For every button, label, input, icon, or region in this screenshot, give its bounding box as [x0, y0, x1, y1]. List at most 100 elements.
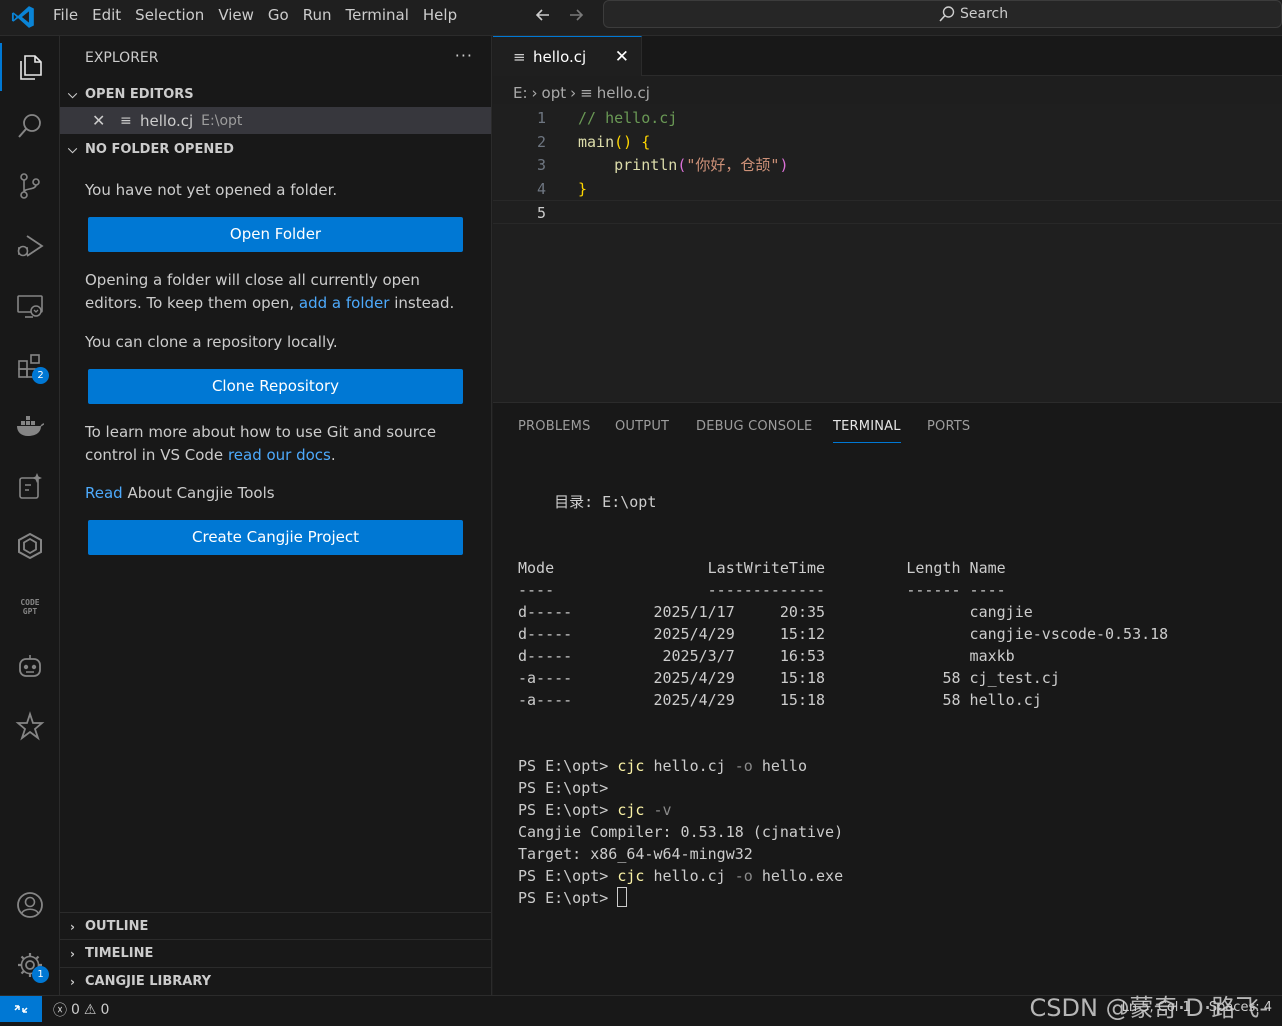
breadcrumb: E: › opt › ≡ hello.cj	[513, 84, 650, 102]
code-token: println	[614, 156, 678, 174]
editor-tab-bar: ≡ hello.cj ✕	[493, 36, 1282, 76]
back-arrow-icon[interactable]	[533, 5, 553, 25]
breadcrumb-folder[interactable]: opt	[542, 84, 567, 102]
terminal-arg: hello.cj	[644, 867, 735, 885]
tab-output[interactable]: OUTPUT	[615, 419, 669, 434]
code-text: // hello.cj	[578, 106, 677, 130]
tab-terminal[interactable]: TERMINAL	[833, 419, 901, 443]
terminal-prompt: PS E:\opt>	[518, 889, 618, 907]
vscode-logo-icon	[11, 6, 34, 28]
extensions-icon[interactable]: 2	[0, 342, 60, 390]
clone-repository-button[interactable]: Clone Repository	[88, 369, 463, 404]
terminal-arg: -o	[734, 757, 753, 775]
terminal-command-line: PS E:\opt> cjc -v	[518, 799, 672, 821]
tab-ports[interactable]: PORTS	[927, 419, 970, 434]
add-folder-link[interactable]: add a folder	[299, 294, 390, 312]
terminal-command-line: Target: x86_64-w64-mingw32	[518, 845, 753, 863]
read-link[interactable]: Read	[85, 484, 123, 502]
no-folder-header[interactable]: ⌵ NO FOLDER OPENED	[60, 136, 491, 162]
title-bar: File Edit Selection View Go Run Terminal Help S…	[0, 0, 1282, 36]
menu-help[interactable]: Help	[416, 0, 464, 30]
open-editors-header[interactable]: ⌵ OPEN EDITORS	[60, 81, 491, 107]
open-editor-filename: hello.cj	[140, 111, 194, 130]
code-line[interactable]: 2 main() {	[493, 130, 1282, 154]
ai-assistant-icon[interactable]	[0, 462, 60, 510]
menu-selection[interactable]: Selection	[128, 0, 211, 30]
bottom-panel: PROBLEMS OUTPUT DEBUG CONSOLE TERMINAL P…	[493, 402, 1282, 995]
clone-message: You can clone a repository locally.	[85, 333, 338, 351]
search-icon	[939, 6, 955, 22]
no-folder-message: You have not yet opened a folder.	[85, 181, 338, 199]
error-icon: ⓧ	[53, 1003, 67, 1019]
terminal-command-line: PS E:\opt> cjc hello.cj -o hello.exe	[518, 865, 843, 887]
breadcrumb-file[interactable]: hello.cj	[597, 84, 650, 102]
breadcrumb-drive[interactable]: E:	[513, 84, 528, 102]
read-docs-link[interactable]: read our docs	[228, 446, 331, 464]
code-line[interactable]: 3 println("你好，仓颉")	[493, 153, 1282, 177]
open-folder-note: Opening a folder will close all currentl…	[85, 271, 455, 312]
code-text: }	[578, 177, 587, 201]
terminal-prompt: PS E:\opt>	[518, 757, 618, 775]
line-number: 2	[536, 132, 546, 151]
line-number: 3	[536, 156, 546, 174]
terminal-cmd: cjc	[617, 757, 645, 775]
cangjie-library-section[interactable]: › CANGJIE LIBRARY	[60, 967, 491, 995]
terminal-divider: ---- ------------- ------ ----	[518, 581, 1006, 599]
menu-run[interactable]: Run	[296, 0, 339, 30]
terminal-prompt: PS E:\opt>	[518, 867, 618, 885]
outline-section[interactable]: › OUTLINE	[60, 912, 491, 940]
settings-badge: 1	[32, 966, 49, 983]
code-line[interactable]: 5	[493, 200, 1282, 224]
settings-gear-icon[interactable]: 1	[0, 941, 60, 989]
terminal-command-line: PS E:\opt> cjc hello.cj -o hello	[518, 755, 807, 777]
close-tab-icon[interactable]: ✕	[615, 47, 629, 67]
cangjie-tools-note: Read About Cangjie Tools	[85, 484, 275, 502]
tab-debug-console[interactable]: DEBUG CONSOLE	[696, 419, 812, 434]
timeline-section[interactable]: › TIMELINE	[60, 939, 491, 967]
robot-icon[interactable]	[0, 642, 60, 690]
forward-arrow-icon[interactable]	[566, 5, 586, 25]
code-line[interactable]: 4}	[493, 177, 1282, 201]
chevron-right-icon: ›	[70, 946, 75, 961]
menu-file[interactable]: File	[46, 0, 85, 30]
code-token: {	[641, 132, 651, 151]
code-token: // hello.cj	[578, 109, 678, 127]
codegpt-icon[interactable]: CODE GPT	[0, 582, 60, 630]
cangjie-icon[interactable]	[0, 522, 60, 570]
create-cangjie-project-button[interactable]: Create Cangjie Project	[88, 520, 463, 555]
explorer-icon[interactable]	[0, 43, 60, 91]
open-editor-item[interactable]: ✕ ≡ hello.cj E:\opt	[60, 107, 491, 134]
menu-go[interactable]: Go	[261, 0, 296, 30]
file-lines-icon: ≡	[120, 112, 132, 129]
close-icon[interactable]: ✕	[92, 111, 108, 130]
explorer-title: EXPLORER	[85, 50, 159, 66]
code-token: ()	[614, 132, 642, 151]
problems-indicator[interactable]: ⓧ 0 ⚠ 0	[53, 1000, 109, 1020]
remote-explorer-icon[interactable]	[0, 282, 60, 330]
explorer-sidebar: EXPLORER ··· ⌵ OPEN EDITORS ✕ ≡ hello.cj…	[60, 36, 492, 995]
star-logo-icon[interactable]	[0, 702, 60, 750]
accounts-icon[interactable]	[0, 881, 60, 929]
more-actions-icon[interactable]: ···	[455, 46, 473, 65]
source-control-icon[interactable]	[0, 162, 60, 210]
menu-view[interactable]: View	[211, 0, 261, 30]
chevron-right-icon: ›	[70, 974, 75, 989]
remote-indicator-icon[interactable]	[0, 996, 42, 1022]
tab-hello-cj[interactable]: ≡ hello.cj ✕	[493, 36, 642, 76]
menu-terminal[interactable]: Terminal	[339, 0, 416, 30]
code-editor[interactable]: 1// hello.cj 2 main() {3 println("你好，仓颉") 4…	[493, 104, 1282, 402]
code-line[interactable]: 1 // hello.cj	[493, 106, 1282, 130]
watermark: CSDN @蒙奇·D·路飞-	[1029, 994, 1268, 1022]
terminal-cursor	[617, 887, 628, 907]
error-count: 0	[71, 1002, 80, 1018]
tab-problems[interactable]: PROBLEMS	[518, 419, 591, 434]
code-token: )	[779, 156, 789, 174]
search-view-icon[interactable]	[0, 102, 60, 150]
command-center-search[interactable]: Search	[603, 0, 1282, 28]
terminal-arg: hello.cj	[644, 757, 735, 775]
run-debug-icon[interactable]	[0, 222, 60, 270]
menu-edit[interactable]: Edit	[85, 0, 128, 30]
open-folder-button[interactable]: Open Folder	[88, 217, 463, 252]
docker-icon[interactable]	[0, 402, 60, 450]
